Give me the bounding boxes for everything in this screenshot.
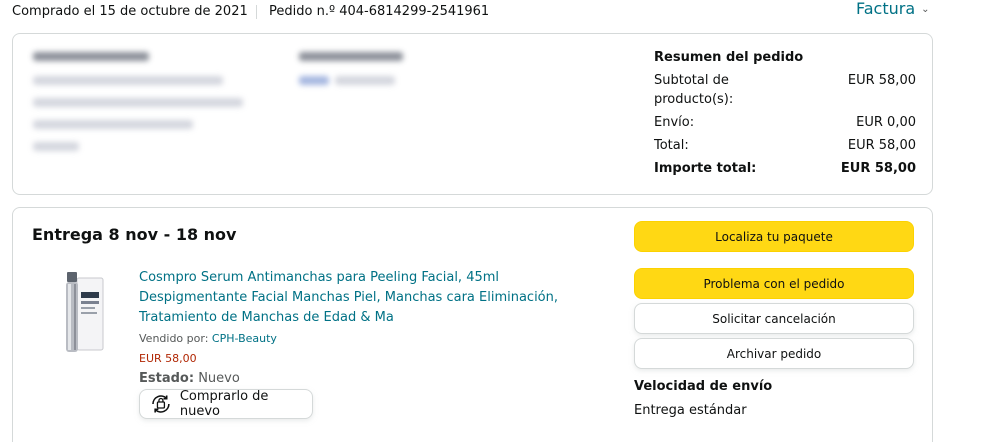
shipment-card: Entrega 8 nov - 18 nov Cosmpro Serum Ant… (12, 207, 933, 442)
product-condition: Estado: Nuevo (139, 371, 240, 386)
summary-row-total: Total: EUR 58,00 (654, 136, 916, 155)
summary-value: EUR 58,00 (847, 138, 916, 153)
seller-link[interactable]: CPH-Beauty (212, 332, 277, 345)
order-summary: Resumen del pedido Subtotal de producto(… (654, 50, 916, 182)
archive-order-button[interactable]: Archivar pedido (634, 338, 914, 369)
invoice-link[interactable]: Factura ⌄ (856, 0, 930, 18)
delivery-title: Entrega 8 nov - 18 nov (32, 225, 237, 244)
summary-row-grand-total: Importe total: EUR 58,00 (654, 159, 916, 178)
sold-by: Vendido por: CPH-Beauty (139, 332, 277, 345)
shipping-speed-label: Velocidad de envío (634, 379, 773, 394)
condition-label: Estado: (139, 371, 195, 386)
invoice-label: Factura (856, 0, 916, 18)
product-image[interactable] (61, 270, 107, 356)
order-details-card: Resumen del pedido Subtotal de producto(… (12, 33, 933, 195)
chevron-down-icon: ⌄ (921, 4, 930, 15)
shipping-speed-value: Entrega estándar (634, 403, 747, 418)
buy-again-button[interactable]: Comprarlo de nuevo (139, 389, 313, 419)
track-package-button[interactable]: Localiza tu paquete (634, 221, 914, 252)
summary-value: EUR 58,00 (840, 161, 916, 176)
summary-row-shipping: Envío: EUR 0,00 (654, 113, 916, 132)
summary-value: EUR 58,00 (847, 73, 916, 88)
summary-label: Envío: (654, 115, 695, 130)
summary-label: Importe total: (654, 161, 757, 176)
order-problem-button[interactable]: Problema con el pedido (634, 268, 914, 299)
summary-title: Resumen del pedido (654, 50, 804, 65)
buy-again-icon (152, 395, 170, 413)
header-divider (256, 5, 257, 19)
order-date: Comprado el 15 de octubre de 2021 (12, 4, 248, 19)
sold-by-label: Vendido por: (139, 332, 209, 345)
product-price: EUR 58,00 (139, 352, 197, 365)
summary-row-subtotal: Subtotal de producto(s): EUR 58,00 (654, 71, 916, 109)
condition-value: Nuevo (198, 371, 240, 386)
summary-label: Total: (654, 138, 689, 153)
order-header: Comprado el 15 de octubre de 2021 Pedido… (12, 0, 972, 28)
order-number: Pedido n.º 404-6814299-2541961 (269, 4, 490, 19)
summary-label: Subtotal de producto(s): (654, 73, 734, 107)
product-title-link[interactable]: Cosmpro Serum Antimanchas para Peeling F… (139, 268, 609, 328)
buy-again-label: Comprarlo de nuevo (179, 389, 269, 419)
request-cancellation-button[interactable]: Solicitar cancelación (634, 303, 914, 334)
summary-value: EUR 0,00 (856, 115, 916, 130)
